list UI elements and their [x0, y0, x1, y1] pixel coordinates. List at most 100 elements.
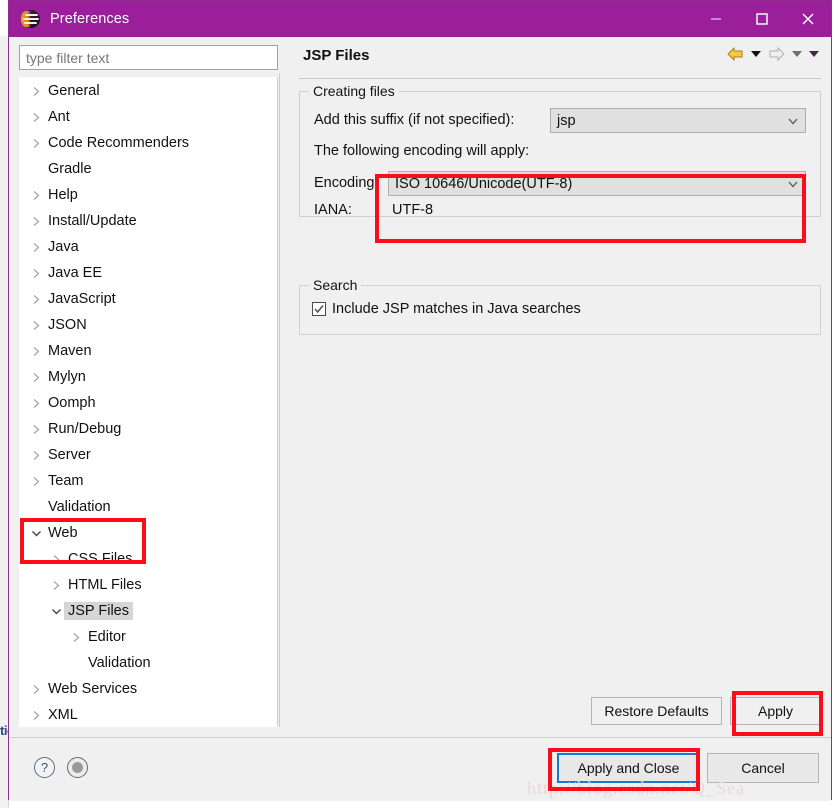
iana-label: IANA: — [314, 202, 352, 218]
chevron-right-icon[interactable] — [28, 681, 44, 697]
preference-page: JSP Files Creating files Add this suffix… — [289, 37, 831, 737]
forward-history-chevron-down-icon[interactable] — [792, 50, 802, 58]
include-jsp-matches-label: Include JSP matches in Java searches — [332, 301, 581, 317]
sidebar-item-css-files[interactable]: CSS Files — [20, 546, 277, 572]
sidebar-item-label: Web Services — [48, 681, 138, 697]
chevron-right-icon[interactable] — [28, 213, 44, 229]
sidebar-item-label: Server — [48, 447, 91, 463]
suffix-label: Add this suffix (if not specified): — [314, 112, 515, 128]
sidebar-item-java[interactable]: Java — [20, 234, 277, 260]
sidebar-item-label: Run/Debug — [48, 421, 122, 437]
watermark-text: http://blog.csdn.net/Q_Sea — [527, 778, 745, 798]
encoding-value: ISO 10646/Unicode(UTF-8) — [395, 175, 573, 192]
sidebar-item-server[interactable]: Server — [20, 442, 277, 468]
sidebar-item-label: Editor — [88, 629, 126, 645]
sidebar-item-label: CSS Files — [68, 551, 133, 567]
sidebar-item-code-recommenders[interactable]: Code Recommenders — [20, 130, 277, 156]
chevron-right-icon[interactable] — [28, 421, 44, 437]
sidebar-item-label: JSP Files — [64, 602, 133, 620]
back-arrow-icon[interactable] — [727, 47, 744, 61]
sidebar-item-maven[interactable]: Maven — [20, 338, 277, 364]
sidebar-item-html-files[interactable]: HTML Files — [20, 572, 277, 598]
sidebar-item-ant[interactable]: Ant — [20, 104, 277, 130]
screenshot-root: tic Preferences type filter text General… — [0, 0, 840, 808]
sidebar-item-jsp-files[interactable]: JSP Files — [20, 598, 277, 624]
sidebar-item-java-ee[interactable]: Java EE — [20, 260, 277, 286]
sidebar-item-label: JavaScript — [48, 291, 116, 307]
minimize-icon[interactable] — [693, 1, 739, 37]
page-header: JSP Files — [289, 37, 831, 79]
apply-button[interactable]: Apply — [730, 697, 821, 725]
sidebar-item-label: HTML Files — [68, 577, 142, 593]
creating-files-group-label: Creating files — [309, 83, 399, 99]
page-nav-icons — [727, 47, 819, 61]
restore-defaults-button[interactable]: Restore Defaults — [591, 697, 722, 725]
sidebar-item-oomph[interactable]: Oomph — [20, 390, 277, 416]
dialog-body: type filter text General Ant Code Recommen… — [9, 37, 831, 737]
sidebar-item-help[interactable]: Help — [20, 182, 277, 208]
chevron-down-icon[interactable] — [48, 603, 64, 619]
sidebar-item-label: XML — [48, 707, 78, 723]
sidebar-item-label: Ant — [48, 109, 70, 125]
chevron-right-icon[interactable] — [28, 135, 44, 151]
creating-files-group: Creating files Add this suffix (if not s… — [299, 83, 821, 218]
back-history-chevron-down-icon[interactable] — [751, 50, 761, 58]
chevron-down-icon — [788, 176, 798, 192]
tree-content-divider — [279, 73, 280, 727]
maximize-icon[interactable] — [739, 1, 785, 37]
sidebar-item-label: JSON — [48, 317, 87, 333]
sidebar-item-label: Maven — [48, 343, 92, 359]
encoding-combobox[interactable]: ISO 10646/Unicode(UTF-8) — [388, 171, 806, 196]
chevron-right-icon[interactable] — [48, 577, 64, 593]
chevron-right-icon[interactable] — [28, 395, 44, 411]
chevron-right-icon[interactable] — [28, 317, 44, 333]
preferences-dialog: Preferences type filter text General Ant C… — [8, 0, 832, 801]
sidebar-item-validation[interactable]: Validation — [20, 650, 277, 676]
close-icon[interactable] — [785, 1, 831, 37]
include-jsp-matches-checkbox[interactable] — [312, 302, 326, 316]
sidebar-item-install-update[interactable]: Install/Update — [20, 208, 277, 234]
view-menu-chevron-down-icon[interactable] — [809, 50, 819, 58]
iana-value: UTF-8 — [392, 202, 434, 218]
sidebar-item-label: Web — [48, 525, 78, 541]
chevron-right-icon[interactable] — [28, 265, 44, 281]
forward-arrow-icon[interactable] — [768, 47, 785, 61]
sidebar-item-general[interactable]: General — [20, 78, 277, 104]
sidebar-item-json[interactable]: JSON — [20, 312, 277, 338]
chevron-right-icon[interactable] — [28, 83, 44, 99]
suffix-combobox[interactable]: jsp — [550, 108, 806, 133]
sidebar-item-validation[interactable]: Validation — [20, 494, 277, 520]
sidebar-item-label: Code Recommenders — [48, 135, 190, 151]
sidebar-item-run-debug[interactable]: Run/Debug — [20, 416, 277, 442]
chevron-right-icon[interactable] — [28, 109, 44, 125]
chevron-right-icon[interactable] — [48, 551, 64, 567]
sidebar-item-team[interactable]: Team — [20, 468, 277, 494]
chevron-right-icon[interactable] — [28, 187, 44, 203]
sidebar-item-xml[interactable]: XML — [20, 702, 277, 726]
sidebar-item-label: Install/Update — [48, 213, 137, 229]
preferences-tree[interactable]: General Ant Code Recommenders Gradle Help Ins… — [19, 77, 278, 727]
sidebar-item-editor[interactable]: Editor — [20, 624, 277, 650]
chevron-right-icon[interactable] — [28, 291, 44, 307]
oomph-recorder-icon[interactable] — [67, 757, 88, 778]
sidebar-item-mylyn[interactable]: Mylyn — [20, 364, 277, 390]
sidebar-item-javascript[interactable]: JavaScript — [20, 286, 277, 312]
chevron-right-icon[interactable] — [28, 239, 44, 255]
chevron-down-icon[interactable] — [28, 525, 44, 541]
chevron-right-icon[interactable] — [28, 707, 44, 723]
question-mark-icon[interactable]: ? — [34, 757, 55, 778]
sidebar-item-web-services[interactable]: Web Services — [20, 676, 277, 702]
search-input[interactable]: type filter text — [19, 45, 278, 70]
sidebar-item-gradle[interactable]: Gradle — [20, 156, 277, 182]
sidebar-item-web[interactable]: Web — [20, 520, 277, 546]
include-jsp-matches-checkbox-row[interactable]: Include JSP matches in Java searches — [312, 301, 581, 317]
chevron-right-icon[interactable] — [28, 343, 44, 359]
chevron-right-icon[interactable] — [28, 369, 44, 385]
sidebar-item-label: Java — [48, 239, 79, 255]
chevron-right-icon[interactable] — [28, 447, 44, 463]
chevron-right-icon[interactable] — [28, 473, 44, 489]
sidebar-item-label: Gradle — [48, 161, 92, 177]
chevron-right-icon[interactable] — [68, 629, 84, 645]
encoding-note: The following encoding will apply: — [314, 143, 530, 159]
